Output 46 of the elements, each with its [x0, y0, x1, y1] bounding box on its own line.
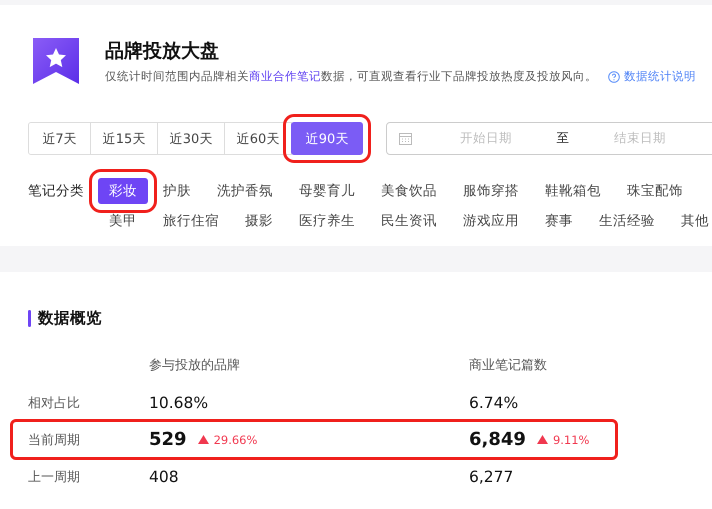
time-range-tab[interactable]: 近15天 — [90, 122, 158, 155]
category-option[interactable]: 生活经验 — [599, 208, 655, 234]
section-title: 数据概览 — [38, 308, 102, 329]
metric-value: 10.68% — [149, 394, 208, 412]
start-date-placeholder: 开始日期 — [459, 130, 513, 147]
category-option[interactable]: 美甲 — [109, 208, 137, 234]
category-option[interactable]: 医疗养生 — [299, 208, 355, 234]
category-option[interactable]: 其他 — [681, 208, 709, 234]
category-option[interactable]: 服饰穿搭 — [463, 178, 519, 204]
change-percentage: 29.66% — [214, 432, 258, 446]
row-label: 当前周期 — [28, 432, 81, 448]
change-percentage: 9.11% — [552, 432, 590, 446]
bookmark-star-icon — [33, 38, 79, 84]
page-title: 品牌投放大盘 — [105, 39, 220, 63]
metric-value: 6.74% — [469, 394, 518, 412]
category-option[interactable]: 民生资讯 — [381, 208, 437, 234]
time-range-tab[interactable]: 近7天 — [28, 122, 91, 155]
date-range-field[interactable]: 开始日期 至 结束日期 — [386, 122, 712, 155]
category-option[interactable]: 摄影 — [245, 208, 273, 234]
category-option[interactable]: 彩妆 — [98, 178, 148, 204]
metric-value: 408 — [149, 468, 179, 486]
column-header: 商业笔记篇数 — [469, 357, 548, 374]
category-option[interactable]: 母婴育儿 — [299, 178, 355, 204]
column-header: 参与投放的品牌 — [149, 357, 241, 374]
time-range-tab[interactable]: 近60天 — [224, 122, 292, 155]
help-link[interactable]: 数据统计说明 — [608, 69, 696, 84]
end-date-placeholder: 结束日期 — [613, 130, 667, 147]
metric-value: 6,277 — [469, 468, 514, 486]
category-option[interactable]: 护肤 — [163, 178, 191, 204]
row-label: 相对占比 — [28, 394, 81, 412]
row-label: 上一周期 — [28, 468, 81, 486]
category-option[interactable]: 珠宝配饰 — [627, 178, 683, 204]
metric-value: 529 — [149, 429, 187, 450]
time-range-tab[interactable]: 近30天 — [157, 122, 225, 155]
date-separator: 至 — [556, 130, 570, 147]
page-description: 仅统计时间范围内品牌相关商业合作笔记数据，可直观查看行业下品牌投放热度及投放风向。 — [105, 69, 598, 84]
category-label: 笔记分类 — [28, 182, 85, 201]
metric-value: 6,849 — [469, 429, 526, 450]
category-option[interactable]: 美食饮品 — [381, 178, 437, 204]
category-option[interactable]: 洗护香氛 — [217, 178, 273, 204]
category-option[interactable]: 鞋靴箱包 — [545, 178, 601, 204]
category-option[interactable]: 赛事 — [545, 208, 573, 234]
category-option[interactable]: 游戏应用 — [463, 208, 519, 234]
help-icon — [608, 70, 620, 82]
category-option[interactable]: 旅行住宿 — [163, 208, 219, 234]
calendar-icon — [399, 132, 412, 145]
